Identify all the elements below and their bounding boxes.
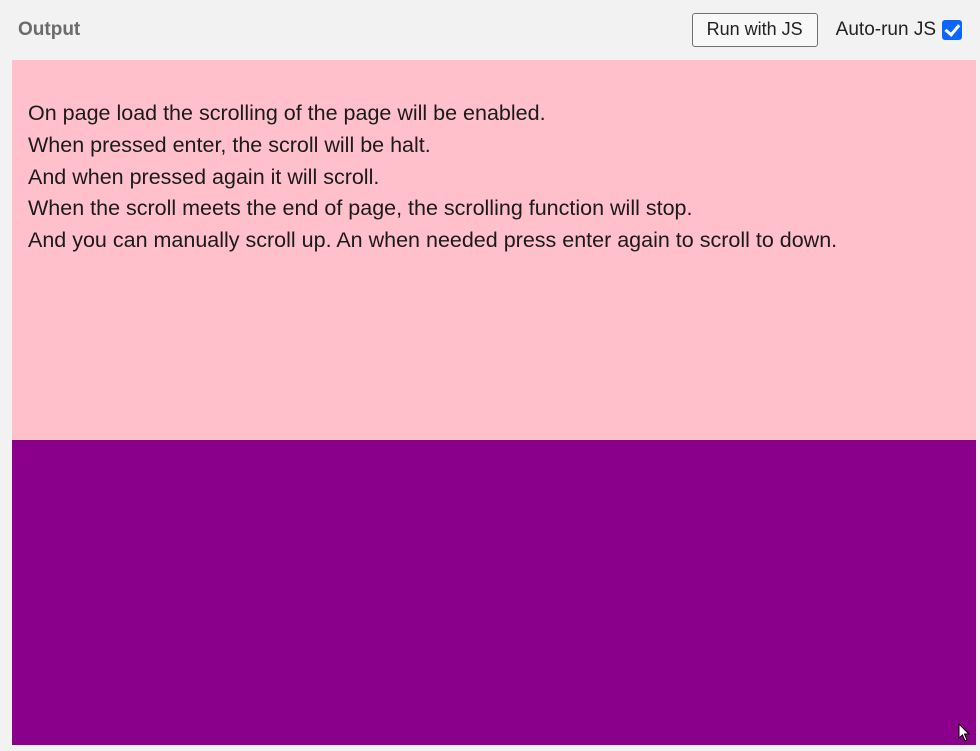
output-toolbar: Output Run with JS Auto-run JS	[0, 0, 980, 60]
autorun-group[interactable]: Auto-run JS	[836, 19, 962, 41]
instruction-text: On page load the scrolling of the page w…	[28, 98, 960, 257]
section-purple	[12, 440, 976, 745]
run-with-js-button[interactable]: Run with JS	[692, 13, 818, 47]
output-label: Output	[18, 19, 80, 41]
text-line: On page load the scrolling of the page w…	[28, 98, 960, 130]
text-line: And when pressed again it will scroll.	[28, 162, 960, 194]
autorun-label: Auto-run JS	[836, 19, 936, 41]
text-line: When pressed enter, the scroll will be h…	[28, 130, 960, 162]
autorun-checkbox[interactable]	[942, 20, 962, 40]
text-line: When the scroll meets the end of page, t…	[28, 193, 960, 225]
toolbar-left: Output	[18, 19, 80, 41]
text-line: And you can manually scroll up. An when …	[28, 225, 960, 257]
toolbar-right: Run with JS Auto-run JS	[692, 13, 962, 47]
section-pink: On page load the scrolling of the page w…	[12, 60, 976, 440]
render-output-area[interactable]: On page load the scrolling of the page w…	[12, 60, 976, 745]
